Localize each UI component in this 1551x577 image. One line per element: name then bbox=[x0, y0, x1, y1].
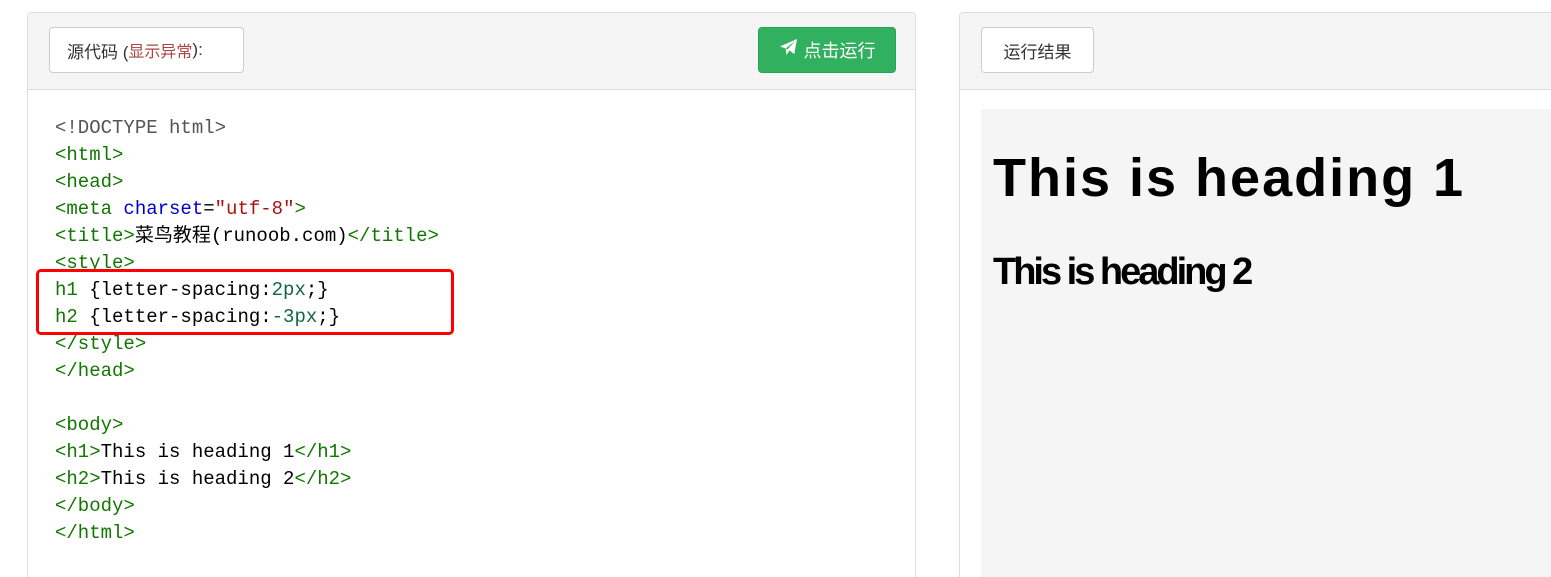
code-line: </style> bbox=[55, 331, 439, 358]
code-token: <!DOCTYPE html> bbox=[55, 117, 227, 139]
code-token: <title> bbox=[55, 225, 135, 247]
show-error-link[interactable]: 显示异常 bbox=[128, 38, 192, 62]
source-panel-header: 源代码 (显示异常): 点击运行 bbox=[28, 13, 915, 90]
code-token: <meta bbox=[55, 198, 124, 220]
tryit-editor-page: 源代码 (显示异常): 点击运行 <!DOCTYPE html> <html> <h… bbox=[0, 0, 1551, 577]
code-line: <html> bbox=[55, 142, 439, 169]
result-heading-2: This is heading 2 bbox=[993, 251, 1253, 293]
code-token: "utf-8" bbox=[214, 198, 295, 220]
code-token: <body> bbox=[55, 414, 124, 436]
code-line: <body> bbox=[55, 412, 439, 439]
code-token: 菜鸟教程(runoob.com) bbox=[134, 225, 348, 247]
run-result-label-button[interactable]: 运行结果 bbox=[981, 27, 1094, 73]
code-line: </html> bbox=[55, 520, 439, 547]
code-token: </h2> bbox=[294, 468, 352, 490]
code-token: This is heading 1 bbox=[100, 441, 295, 463]
code-token: </h1> bbox=[294, 441, 352, 463]
code-line: <title>菜鸟教程(runoob.com)</title> bbox=[55, 223, 439, 250]
code-token: = bbox=[203, 198, 215, 220]
result-panel: 运行结果 This is heading 1 This is heading 2 bbox=[959, 12, 1551, 577]
code-line: <h1>This is heading 1</h1> bbox=[55, 439, 439, 466]
code-token: </html> bbox=[55, 522, 135, 544]
code-token: <h1> bbox=[55, 441, 101, 463]
code-line: <!DOCTYPE html> bbox=[55, 115, 439, 142]
code-token: > bbox=[294, 198, 306, 220]
code-token: <html> bbox=[55, 144, 124, 166]
result-panel-header: 运行结果 bbox=[960, 13, 1551, 90]
source-code-label-button[interactable]: 源代码 (显示异常): bbox=[49, 27, 244, 73]
code-token: <head> bbox=[55, 171, 124, 193]
result-iframe: This is heading 1 This is heading 2 bbox=[981, 109, 1551, 577]
code-line: <head> bbox=[55, 169, 439, 196]
code-token: <h2> bbox=[55, 468, 101, 490]
code-token: </title> bbox=[347, 225, 439, 247]
code-token: </body> bbox=[55, 495, 135, 517]
source-title-prefix: 源代码 ( bbox=[67, 42, 129, 62]
code-line: </head> bbox=[55, 358, 439, 385]
code-line: <meta charset="utf-8"> bbox=[55, 196, 439, 223]
code-line: </body> bbox=[55, 493, 439, 520]
paper-plane-icon bbox=[779, 38, 798, 62]
code-token: </style> bbox=[55, 333, 147, 355]
code-line: <h2>This is heading 2</h2> bbox=[55, 466, 439, 493]
result-heading-1: This is heading 1 bbox=[993, 148, 1466, 208]
run-button[interactable]: 点击运行 bbox=[758, 27, 896, 73]
code-token: charset bbox=[123, 198, 204, 220]
code-token: </head> bbox=[55, 360, 135, 382]
css-highlight-box bbox=[36, 269, 454, 335]
source-title-suffix: ): bbox=[192, 40, 203, 59]
run-button-label: 点击运行 bbox=[803, 41, 876, 61]
code-token: This is heading 2 bbox=[100, 468, 295, 490]
